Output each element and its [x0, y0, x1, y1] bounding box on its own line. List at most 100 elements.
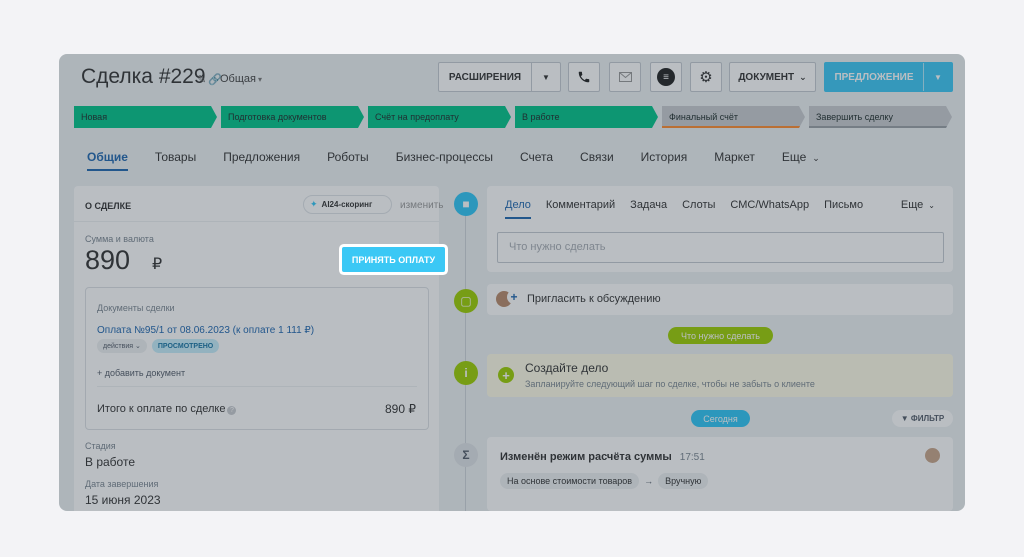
- editor-tab-task[interactable]: Дело: [505, 199, 531, 219]
- editor-more[interactable]: Еще ⌄: [901, 199, 935, 211]
- category-label: Общая: [220, 73, 256, 85]
- chevron-down-icon: ⌄: [928, 201, 935, 210]
- page-title: Сделка #229: [81, 65, 206, 88]
- viewed-badge: ПРОСМОТРЕНО: [151, 339, 220, 353]
- tab-more-label: Еще: [781, 150, 807, 164]
- stage-label: Стадия: [85, 441, 116, 451]
- extensions-button[interactable]: РАСШИРЕНИЯ ▼: [438, 62, 561, 92]
- stage-prepayment[interactable]: Счёт на предоплату: [368, 106, 511, 128]
- stage-value[interactable]: В работе: [85, 455, 135, 469]
- total-label: Итого к оплате по сделке?: [97, 403, 237, 415]
- chevron-down-icon[interactable]: ▼: [924, 73, 952, 82]
- add-document-link[interactable]: + добавить документ: [97, 368, 185, 378]
- activity-editor: Дело Комментарий Задача Слоты СМС/WhatsA…: [487, 186, 953, 272]
- document-label: ДОКУМЕНТ: [738, 71, 795, 83]
- section-title: О СДЕЛКЕ: [85, 201, 132, 211]
- chevron-down-icon: ⌄: [812, 153, 820, 163]
- todo-pill: Что нужно сделать: [668, 327, 773, 344]
- ai-icon: ✦: [310, 199, 318, 209]
- editor-tab-comment[interactable]: Комментарий: [546, 199, 615, 219]
- editor-more-label: Еще: [900, 199, 924, 211]
- chat-icon: ≡: [657, 68, 675, 86]
- todo-input[interactable]: Что нужно сделать: [497, 232, 944, 263]
- create-task-title: Создайте дело: [525, 361, 609, 375]
- stage-in-progress[interactable]: В работе: [515, 106, 658, 128]
- activity-icon: ■: [454, 192, 478, 216]
- editor-tab-todo[interactable]: Задача: [630, 199, 667, 219]
- ai-scoring-badge[interactable]: ✦ AI24-скоринг: [303, 195, 392, 214]
- total-value: 890 ₽: [385, 402, 416, 416]
- accept-payment-button[interactable]: ПРИНЯТЬ ОПЛАТУ: [342, 247, 445, 272]
- editor-tab-sms[interactable]: СМС/WhatsApp: [730, 199, 809, 219]
- tab-links[interactable]: Связи: [580, 150, 614, 171]
- stage-bar: Новая Подготовка документов Счёт на пред…: [74, 106, 956, 128]
- tab-more[interactable]: Еще ⌄: [782, 150, 820, 171]
- actions-label: действия: [103, 342, 134, 350]
- offer-button[interactable]: ПРЕДЛОЖЕНИЕ ▼: [824, 62, 953, 92]
- tab-invoices[interactable]: Счета: [520, 150, 553, 171]
- currency-symbol: ₽: [152, 256, 163, 273]
- tab-offers[interactable]: Предложения: [223, 150, 300, 171]
- document-button[interactable]: ДОКУМЕНТ ⌄: [729, 62, 816, 92]
- sum-value: 890: [85, 245, 131, 275]
- envelope-icon: [618, 72, 632, 82]
- chip-to: Вручную: [658, 473, 709, 489]
- sum-label: Сумма и валюта: [85, 234, 154, 244]
- editor-tab-slots[interactable]: Слоты: [682, 199, 715, 219]
- chevron-down-icon: ⌄: [134, 343, 141, 350]
- deal-documents: Документы сделки Оплата №95/1 от 08.06.2…: [85, 287, 429, 430]
- editor-tabs: Дело Комментарий Задача Слоты СМС/WhatsA…: [505, 199, 878, 219]
- plus-icon: +: [507, 290, 521, 304]
- stage-new[interactable]: Новая: [74, 106, 217, 128]
- tab-robots[interactable]: Роботы: [327, 150, 369, 171]
- tab-bizproc[interactable]: Бизнес-процессы: [396, 150, 493, 171]
- filter-button[interactable]: ▼ ФИЛЬТР: [892, 410, 953, 427]
- close-date-value[interactable]: 15 июня 2023: [85, 493, 161, 507]
- today-pill: Сегодня: [691, 410, 750, 427]
- close-date-label: Дата завершения: [85, 479, 159, 489]
- crm-deal-window: Сделка #229 ✎ 🔗 Общая ▾ РАСШИРЕНИЯ ▼ ≡ ⚙ Д…: [59, 54, 965, 511]
- actions-dropdown[interactable]: действия ⌄: [97, 339, 147, 353]
- chevron-down-icon: ▾: [257, 75, 262, 84]
- editor-tab-email[interactable]: Письмо: [824, 199, 863, 219]
- email-button[interactable]: [609, 62, 641, 92]
- history-title: Изменён режим расчёта суммы 17:51: [500, 451, 705, 463]
- extensions-label: РАСШИРЕНИЯ: [448, 71, 522, 83]
- stage-final-invoice[interactable]: Финальный счёт: [662, 106, 805, 128]
- help-icon[interactable]: ?: [227, 406, 237, 415]
- filter-label: ФИЛЬТР: [910, 414, 945, 423]
- history-card: Изменён режим расчёта суммы 17:51 На осно…: [487, 437, 953, 511]
- settings-button[interactable]: ⚙: [690, 62, 722, 92]
- total-label-text: Итого к оплате по сделке: [97, 403, 226, 415]
- create-task-card[interactable]: + Создайте дело Запланируйте следующий ш…: [487, 354, 953, 397]
- arrow-right-icon: →: [644, 476, 654, 486]
- create-task-hint: Запланируйте следующий шаг по сделке, чт…: [525, 379, 815, 389]
- ai-scoring-label: AI24-скоринг: [321, 200, 373, 209]
- chat-button[interactable]: ≡: [650, 62, 682, 92]
- stage-preparation[interactable]: Подготовка документов: [221, 106, 364, 128]
- tab-general[interactable]: Общие: [87, 150, 128, 171]
- pencil-icon[interactable]: ✎: [197, 74, 206, 86]
- plus-icon[interactable]: +: [498, 367, 514, 383]
- category-selector[interactable]: Общая ▾: [220, 73, 262, 85]
- call-button[interactable]: [568, 62, 600, 92]
- history-title-text: Изменён режим расчёта суммы: [500, 451, 672, 463]
- chevron-down-icon: ⌄: [799, 71, 807, 82]
- info-icon: i: [454, 361, 478, 385]
- chip-from: На основе стоимости товаров: [500, 473, 640, 489]
- tab-history[interactable]: История: [641, 150, 688, 171]
- invite-discussion[interactable]: + Пригласить к обсуждению: [487, 284, 953, 315]
- documents-label: Документы сделки: [97, 303, 175, 313]
- payment-document-link[interactable]: Оплата №95/1 от 08.06.2023 (к оплате 1 1…: [97, 325, 314, 336]
- avatar[interactable]: [925, 448, 940, 463]
- deal-tabs: Общие Товары Предложения Роботы Бизнес-п…: [87, 150, 847, 171]
- tab-market[interactable]: Маркет: [714, 150, 755, 171]
- title-actions: ✎ 🔗: [197, 73, 222, 86]
- chevron-down-icon[interactable]: ▼: [532, 73, 560, 82]
- change-link[interactable]: изменить: [400, 200, 444, 211]
- offer-label: ПРЕДЛОЖЕНИЕ: [834, 71, 914, 83]
- stage-complete-deal[interactable]: Завершить сделку: [809, 106, 952, 128]
- history-time: 17:51: [679, 452, 705, 463]
- tab-products[interactable]: Товары: [155, 150, 196, 171]
- deal-info-card: О СДЕЛКЕ ✦ AI24-скоринг изменить Сумма и …: [74, 186, 445, 511]
